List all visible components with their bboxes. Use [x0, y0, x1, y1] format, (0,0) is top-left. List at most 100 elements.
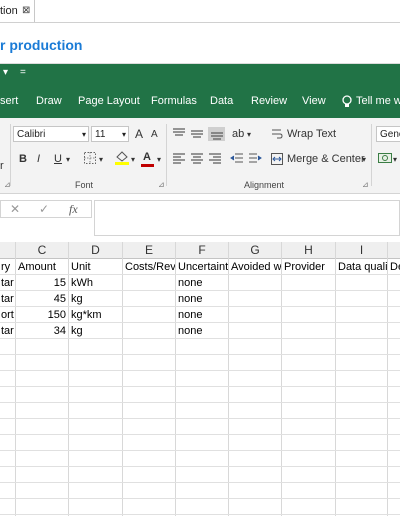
cell-amount[interactable]: 34 [18, 323, 66, 339]
cell-amount[interactable]: 45 [18, 291, 66, 307]
tab-formulas[interactable]: Formulas [151, 95, 197, 107]
borders-icon[interactable] [84, 152, 96, 164]
cell-header-unit[interactable]: Unit [71, 259, 122, 275]
cell-unit[interactable]: kg [71, 291, 122, 307]
italic-button[interactable]: I [37, 151, 40, 167]
alignment-group-label: Alignment [244, 180, 285, 190]
table-row [0, 387, 400, 403]
font-name-value: Calibri [17, 129, 46, 140]
ribbon-tabs: sert Draw Page Layout Formulas Data Revi… [0, 86, 400, 118]
editor-tab-label: tion [0, 5, 18, 17]
font-color-swatch [141, 164, 154, 167]
dialog-launcher-icon[interactable]: ⊿ [4, 180, 11, 189]
accounting-format-icon[interactable] [378, 152, 392, 164]
cell-uncertainty[interactable]: none [178, 275, 228, 291]
font-size-select[interactable]: 11 ▾ [91, 126, 129, 142]
cell-amount[interactable]: 150 [18, 307, 66, 323]
table-row [0, 451, 400, 467]
cell-unit[interactable]: kg*km [71, 307, 122, 323]
formula-input[interactable] [94, 200, 400, 236]
confirm-icon[interactable]: ✓ [39, 202, 49, 216]
chevron-down-icon[interactable]: ▾ [362, 152, 366, 168]
painter-partial[interactable]: r [0, 158, 4, 174]
cell-header-data-quality[interactable]: Data quali [338, 259, 387, 275]
insert-function-icon[interactable]: fx [69, 202, 78, 217]
cell-uncertainty[interactable]: none [178, 291, 228, 307]
chevron-down-icon[interactable]: ▾ [157, 152, 161, 168]
font-color-button[interactable]: A [143, 149, 151, 165]
cell-category[interactable]: tar [1, 323, 16, 339]
cell-amount[interactable]: 15 [18, 275, 66, 291]
tab-data[interactable]: Data [210, 95, 233, 107]
ribbon-home: r Calibri ▾ 11 ▾ A A B I U ▾ ▾ ▾ A ▾ Fon… [0, 118, 400, 194]
cell-unit[interactable]: kWh [71, 275, 122, 291]
chevron-down-icon[interactable]: ▾ [66, 152, 70, 168]
formula-controls: ✕ ✓ fx [0, 200, 92, 218]
table-row [0, 435, 400, 451]
cell-category[interactable]: tar [1, 291, 16, 307]
font-size-value: 11 [95, 129, 106, 140]
underline-button[interactable]: U [54, 151, 62, 167]
font-group-label: Font [75, 180, 94, 190]
table-row [0, 419, 400, 435]
fill-color-icon[interactable] [114, 149, 130, 166]
editor-tab[interactable]: tion ⊠ [0, 0, 35, 22]
cell-header-category[interactable]: ry [1, 259, 16, 275]
cell-header-provider[interactable]: Provider [284, 259, 335, 275]
table-row [0, 499, 400, 515]
number-format-value: Gene [380, 129, 400, 140]
tab-review[interactable]: Review [251, 95, 287, 107]
wrap-text-icon [272, 129, 283, 139]
close-tab-icon[interactable]: ⊠ [22, 0, 30, 22]
table-row [0, 467, 400, 483]
chevron-down-icon: ▾ [81, 130, 86, 139]
qat-customize-icon[interactable]: = [20, 67, 26, 78]
ribbon-divider [10, 124, 11, 186]
lightbulb-icon [342, 95, 352, 107]
chevron-down-icon[interactable]: ▾ [393, 152, 397, 168]
merge-center-icon [271, 153, 283, 165]
vertical-align-icons[interactable] [172, 127, 228, 141]
table-row [0, 355, 400, 371]
number-format-select[interactable]: Gene [376, 126, 400, 142]
cell-header-costs[interactable]: Costs/Reve [125, 259, 175, 275]
dialog-launcher-icon[interactable]: ⊿ [158, 180, 165, 189]
worksheet-grid[interactable]: C D E F G H I ry Amount Unit Costs/Reve … [0, 242, 400, 516]
horizontal-align-icons[interactable] [172, 153, 228, 165]
tab-view[interactable]: View [302, 95, 326, 107]
tell-me-search[interactable]: Tell me wh [356, 95, 400, 107]
dialog-launcher-icon[interactable]: ⊿ [362, 180, 369, 189]
tab-insert[interactable]: sert [0, 95, 18, 107]
cell-header-avoided[interactable]: Avoided w [231, 259, 281, 275]
chevron-down-icon[interactable]: ▾ [99, 152, 103, 168]
grow-font-button[interactable]: A [135, 126, 143, 142]
quick-access-toolbar: ▾ = [0, 64, 400, 86]
editor-tab-strip: tion ⊠ [0, 0, 400, 23]
formula-bar: ✕ ✓ fx [0, 194, 400, 243]
cell-unit[interactable]: kg [71, 323, 122, 339]
cell-header-uncertainty[interactable]: Uncertaint [178, 259, 228, 275]
table-row [0, 339, 400, 355]
cancel-icon[interactable]: ✕ [10, 202, 20, 216]
font-name-select[interactable]: Calibri ▾ [13, 126, 89, 142]
orientation-icon[interactable]: ab [232, 126, 244, 142]
cell-header-description[interactable]: De [390, 259, 400, 275]
tab-draw[interactable]: Draw [36, 95, 62, 107]
wrap-text-button[interactable]: Wrap Text [287, 126, 336, 142]
cell-uncertainty[interactable]: none [178, 323, 228, 339]
ribbon-divider [166, 124, 167, 186]
qat-dropdown-icon[interactable]: ▾ [3, 67, 8, 78]
cell-header-amount[interactable]: Amount [18, 259, 68, 275]
bold-button[interactable]: B [19, 151, 27, 167]
cell-category[interactable]: ort [1, 307, 16, 323]
chevron-down-icon[interactable]: ▾ [247, 127, 251, 143]
cell-uncertainty[interactable]: none [178, 307, 228, 323]
merge-center-button[interactable]: Merge & Center [287, 151, 365, 167]
chevron-down-icon[interactable]: ▾ [131, 152, 135, 168]
tab-page-layout[interactable]: Page Layout [78, 95, 140, 107]
indent-icons[interactable] [230, 153, 262, 165]
column-header-j[interactable] [388, 242, 400, 259]
cell-category[interactable]: tar [1, 275, 16, 291]
shrink-font-button[interactable]: A [151, 127, 158, 143]
table-row [0, 371, 400, 387]
